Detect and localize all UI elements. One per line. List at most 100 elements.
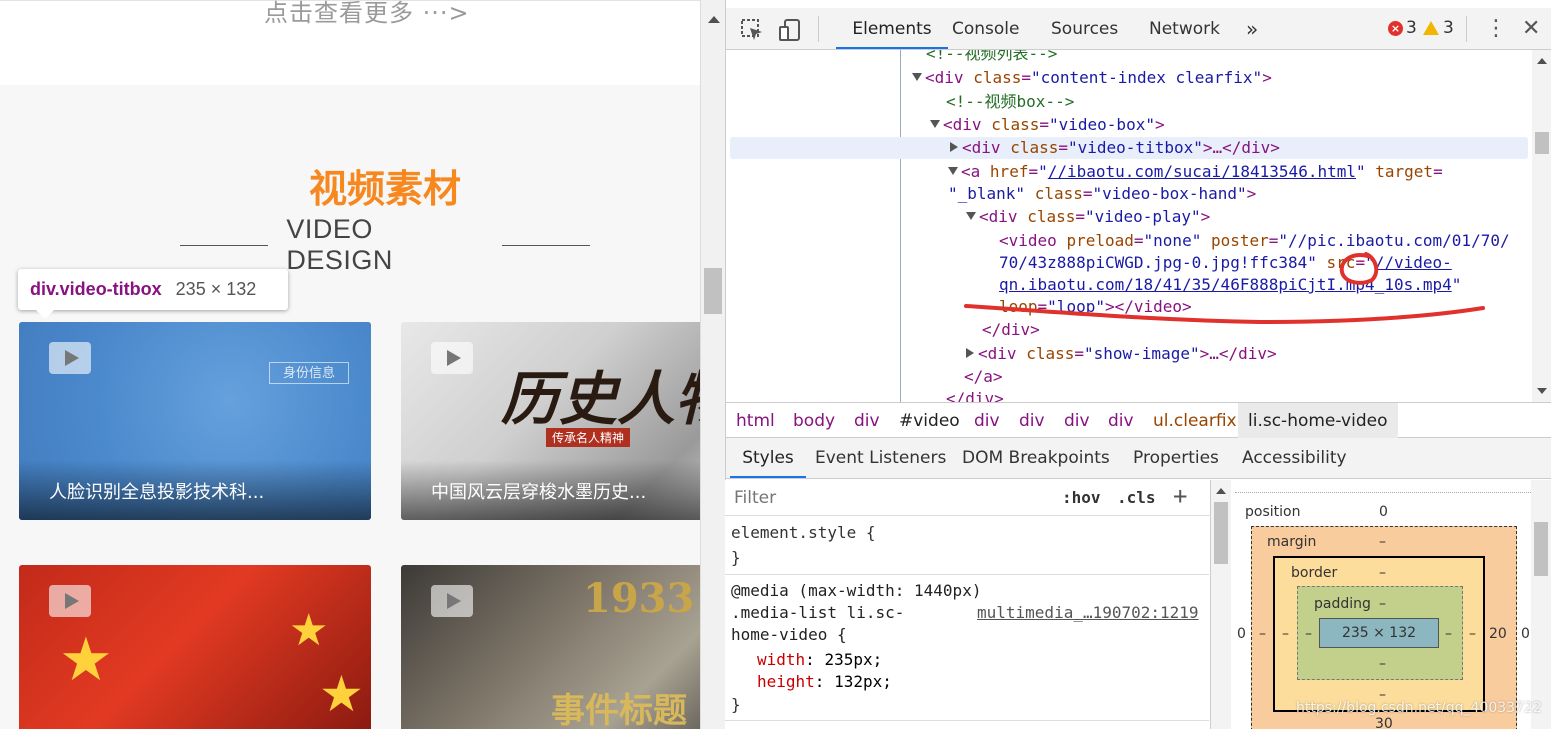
expand-arrow-icon[interactable] bbox=[930, 120, 940, 128]
breadcrumb-item[interactable]: div bbox=[1019, 403, 1045, 439]
video-card[interactable]: 身份信息 人脸识别全息投影技术科... bbox=[19, 322, 371, 520]
card-art-subline: 传承名人精神 bbox=[546, 428, 631, 447]
dom-node[interactable]: <div class="show-image">…</div> bbox=[966, 343, 1277, 365]
view-more-link[interactable]: 点击查看更多 ···> bbox=[264, 0, 470, 28]
video-card-caption[interactable]: 人脸识别全息投影技术科... bbox=[19, 460, 371, 520]
padding-top-value[interactable]: – bbox=[1379, 596, 1386, 612]
error-counter[interactable]: × 3 bbox=[1388, 18, 1417, 38]
margin-bottom-value[interactable]: 30 bbox=[1375, 716, 1393, 729]
css-declaration[interactable]: height: 132px; bbox=[757, 671, 892, 693]
src-link[interactable]: qn.ibaotu.com/18/41/35/46F888piCjtI.mp4_… bbox=[999, 275, 1452, 294]
tab-console[interactable]: Console bbox=[952, 8, 1020, 49]
src-link[interactable]: //video- bbox=[1375, 253, 1452, 272]
dom-node[interactable]: <video preload="none" poster="//pic.ibao… bbox=[999, 230, 1510, 252]
expand-arrow-icon[interactable] bbox=[912, 73, 922, 81]
box-model-scroll-thumb[interactable] bbox=[1534, 522, 1548, 576]
element-style-selector[interactable]: element.style { bbox=[731, 522, 876, 544]
breadcrumb-item[interactable]: div bbox=[854, 403, 880, 439]
inspect-element-icon[interactable] bbox=[740, 18, 764, 42]
dom-close-tag[interactable]: </div> bbox=[946, 388, 1004, 402]
breadcrumb-item[interactable]: div bbox=[1108, 403, 1134, 439]
video-card-caption[interactable]: 中国风云层穿梭水墨历史... bbox=[401, 460, 700, 520]
styles-scrollbar[interactable] bbox=[1211, 480, 1231, 729]
tab-network[interactable]: Network bbox=[1149, 8, 1220, 49]
tab-styles[interactable]: Styles bbox=[730, 438, 806, 478]
dom-scrollbar[interactable] bbox=[1532, 50, 1551, 402]
css-declaration[interactable]: width: 235px; bbox=[757, 649, 882, 671]
warning-counter[interactable]: 3 bbox=[1423, 18, 1454, 38]
dom-node[interactable]: <div class="video-box"> bbox=[930, 114, 1165, 136]
styles-filter-input[interactable] bbox=[729, 484, 1047, 512]
padding-right-value[interactable]: – bbox=[1445, 626, 1452, 642]
border-right-value[interactable]: – bbox=[1469, 626, 1476, 642]
rule-selector[interactable]: home-video { bbox=[731, 624, 847, 646]
box-model-scrollbar[interactable] bbox=[1531, 480, 1551, 729]
breadcrumb-item[interactable]: body bbox=[793, 403, 835, 439]
video-card[interactable]: 1933 事件标题 bbox=[401, 565, 700, 729]
dom-node-selected[interactable]: <div class="video-titbox">…</div> bbox=[950, 137, 1280, 159]
rule-selector[interactable]: .media-list li.sc- bbox=[731, 602, 904, 624]
dom-node-continued[interactable]: loop="loop"></video> bbox=[999, 296, 1192, 318]
styles-filter-bar: :hov .cls + bbox=[725, 480, 1211, 516]
dom-close-tag[interactable]: </a> bbox=[964, 366, 1003, 388]
page-top-band: 点击查看更多 ···> bbox=[0, 0, 700, 85]
dom-node-continued[interactable]: "_blank" class="video-box-hand"> bbox=[948, 183, 1256, 205]
dom-comment[interactable]: <!--视频列表--> bbox=[926, 50, 1057, 65]
breadcrumb-item[interactable]: div bbox=[1064, 403, 1090, 439]
breadcrumb-item[interactable]: ul.clearfix bbox=[1153, 403, 1237, 439]
dom-node[interactable]: <div class="content-index clearfix"> bbox=[912, 67, 1272, 89]
scroll-up-arrow-icon[interactable] bbox=[708, 16, 720, 23]
breadcrumb-item-current[interactable]: li.sc-home-video bbox=[1238, 403, 1398, 439]
dom-node[interactable]: <a href="//ibaotu.com/sucai/18413546.htm… bbox=[948, 161, 1443, 183]
position-left-value[interactable]: 0 bbox=[1237, 626, 1246, 642]
tab-event-listeners[interactable]: Event Listeners bbox=[815, 438, 946, 478]
breadcrumb-item[interactable]: div bbox=[974, 403, 1000, 439]
dom-node-continued[interactable]: qn.ibaotu.com/18/41/35/46F888piCjtI.mp4_… bbox=[999, 274, 1461, 296]
position-right-value[interactable]: 0 bbox=[1521, 626, 1530, 642]
margin-top-value[interactable]: – bbox=[1379, 534, 1386, 550]
tab-properties[interactable]: Properties bbox=[1133, 438, 1219, 478]
breadcrumb-item[interactable]: html bbox=[736, 403, 775, 439]
collapse-arrow-icon[interactable] bbox=[950, 142, 958, 152]
scroll-up-arrow-icon[interactable] bbox=[1216, 488, 1226, 494]
styles-scroll-thumb[interactable] bbox=[1214, 502, 1228, 564]
expand-arrow-icon[interactable] bbox=[948, 167, 958, 175]
border-top-value[interactable]: – bbox=[1379, 565, 1386, 581]
video-card[interactable]: 历史人物 传承名人精神 中国风云层穿梭水墨历史... bbox=[401, 322, 700, 520]
rule-source-link[interactable]: multimedia_…190702:1219 bbox=[977, 602, 1199, 624]
border-left-value[interactable]: – bbox=[1282, 626, 1289, 642]
more-options-icon[interactable]: ⋮ bbox=[1485, 18, 1507, 40]
page-scroll-thumb[interactable] bbox=[704, 268, 722, 314]
dom-close-tag[interactable]: </div> bbox=[982, 319, 1040, 341]
dom-node[interactable]: <div class="video-play"> bbox=[966, 206, 1210, 228]
padding-left-value[interactable]: – bbox=[1305, 626, 1312, 642]
page-scrollbar[interactable] bbox=[700, 0, 725, 729]
expand-arrow-icon[interactable] bbox=[966, 212, 976, 220]
tab-accessibility[interactable]: Accessibility bbox=[1242, 438, 1347, 478]
collapse-arrow-icon[interactable] bbox=[966, 348, 974, 358]
new-rule-plus-icon[interactable]: + bbox=[1173, 482, 1187, 510]
breadcrumb-item[interactable]: #video bbox=[899, 403, 960, 439]
rule-close-brace: } bbox=[731, 695, 741, 714]
margin-right-value[interactable]: 20 bbox=[1489, 626, 1507, 642]
dom-comment[interactable]: <!--视频box--> bbox=[946, 91, 1074, 113]
tab-dom-breakpoints[interactable]: DOM Breakpoints bbox=[962, 438, 1110, 478]
padding-bottom-value[interactable]: – bbox=[1379, 656, 1386, 672]
margin-left-value[interactable]: – bbox=[1259, 626, 1266, 642]
dom-node-continued[interactable]: 70/43z888piCWGD.jpg-0.jpg!ffc384" src="/… bbox=[999, 252, 1452, 274]
video-card[interactable]: ★ ★ ★ bbox=[19, 565, 371, 729]
cls-toggle-button[interactable]: .cls bbox=[1117, 488, 1156, 507]
close-icon[interactable]: ✕ bbox=[1522, 16, 1540, 41]
tab-sources[interactable]: Sources bbox=[1051, 8, 1118, 49]
more-tabs-chevron-icon[interactable]: » bbox=[1246, 8, 1258, 49]
scroll-down-arrow-icon[interactable] bbox=[1537, 388, 1547, 394]
tab-elements[interactable]: Elements bbox=[836, 8, 948, 49]
scroll-up-arrow-icon[interactable] bbox=[1537, 58, 1547, 64]
dom-scroll-thumb[interactable] bbox=[1535, 132, 1549, 154]
position-value[interactable]: 0 bbox=[1379, 504, 1388, 520]
href-link[interactable]: //ibaotu.com/sucai/18413546.html bbox=[1048, 162, 1356, 181]
content-box[interactable]: 235 × 132 bbox=[1319, 618, 1439, 648]
device-toolbar-icon[interactable] bbox=[778, 18, 802, 42]
hov-toggle-button[interactable]: :hov bbox=[1062, 488, 1101, 507]
rule-close-brace: } bbox=[731, 548, 741, 567]
